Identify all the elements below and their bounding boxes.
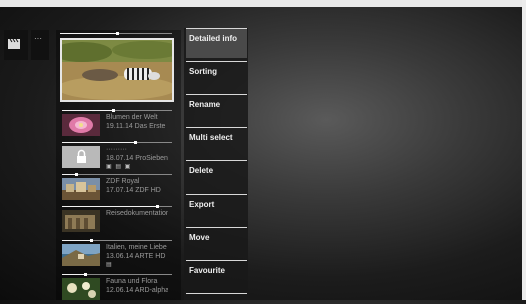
menu-item-label: Export <box>189 200 215 209</box>
recording-thumbnail <box>62 210 100 232</box>
recording-flags-icons: ▣ ▤ ▣ <box>106 164 132 170</box>
menu-item-label: Sorting <box>189 67 217 76</box>
menu-item-export[interactable]: Export <box>186 194 247 224</box>
recording-thumbnail <box>62 244 100 266</box>
right-frame <box>522 0 526 300</box>
recording-subtitle: 19.11.14 Das Erste <box>106 123 166 130</box>
menu-item-label: Detailed info <box>189 34 238 43</box>
recording-item[interactable]: Reisedokumentation <box>60 206 180 236</box>
recording-subtitle: 13.06.14 ARTE HD <box>106 253 166 260</box>
clapperboard-icon <box>8 38 20 49</box>
menu-item-rename[interactable]: Rename <box>186 94 247 124</box>
recording-thumbnail <box>62 178 100 200</box>
recording-item[interactable]: ZDF Royal 17.07.14 ZDF HD <box>60 174 180 204</box>
recording-thumbnail-locked <box>62 146 100 168</box>
preview-progress <box>60 32 172 35</box>
recording-thumbnail <box>62 114 100 136</box>
menu-item-delete[interactable]: Delete <box>186 160 247 190</box>
menu-item-move[interactable]: Move <box>186 227 247 257</box>
recording-title: ZDF Royal <box>106 178 140 185</box>
menu-item-label: Rename <box>189 100 221 109</box>
recording-title: ········· <box>106 146 127 153</box>
menu-item-label: Favourite <box>189 266 226 275</box>
recording-item[interactable]: Italien, meine Liebe 13.06.14 ARTE HD ▤ <box>60 240 180 270</box>
recording-title: Italien, meine Liebe <box>106 244 167 251</box>
recording-subtitle: 18.07.14 ProSieben <box>106 155 168 162</box>
recording-title: Blumen der Welt <box>106 114 158 121</box>
menu-item-detailed-info[interactable]: Detailed info <box>186 28 247 58</box>
menu-item-label: Move <box>189 233 210 242</box>
recording-title: Fauna und Flora <box>106 278 158 285</box>
menu-item-label: Multi select <box>189 133 233 142</box>
recording-item[interactable]: ········· 18.07.14 ProSieben ▣ ▤ ▣ <box>60 142 180 172</box>
more-icon: ··· <box>34 34 42 43</box>
recording-item[interactable]: Blumen der Welt 19.11.14 Das Erste <box>60 110 180 140</box>
recording-title: Reisedokumentation <box>106 210 168 217</box>
menu-item-favourite[interactable]: Favourite <box>186 260 247 290</box>
menu-item-multi-select[interactable]: Multi select <box>186 127 247 157</box>
preview-thumbnail[interactable] <box>60 38 174 102</box>
lock-icon <box>77 149 86 163</box>
recording-subtitle: 17.07.14 ZDF HD <box>106 187 161 194</box>
recording-flags-icons: ▤ <box>106 262 113 268</box>
menu-item-more[interactable] <box>186 293 247 300</box>
recording-thumbnail <box>62 278 100 300</box>
menu-item-label: Delete <box>189 166 214 175</box>
menu-item-sorting[interactable]: Sorting <box>186 61 247 91</box>
top-frame <box>0 0 526 7</box>
recording-subtitle: 12.06.14 ARD-alpha <box>106 287 168 294</box>
